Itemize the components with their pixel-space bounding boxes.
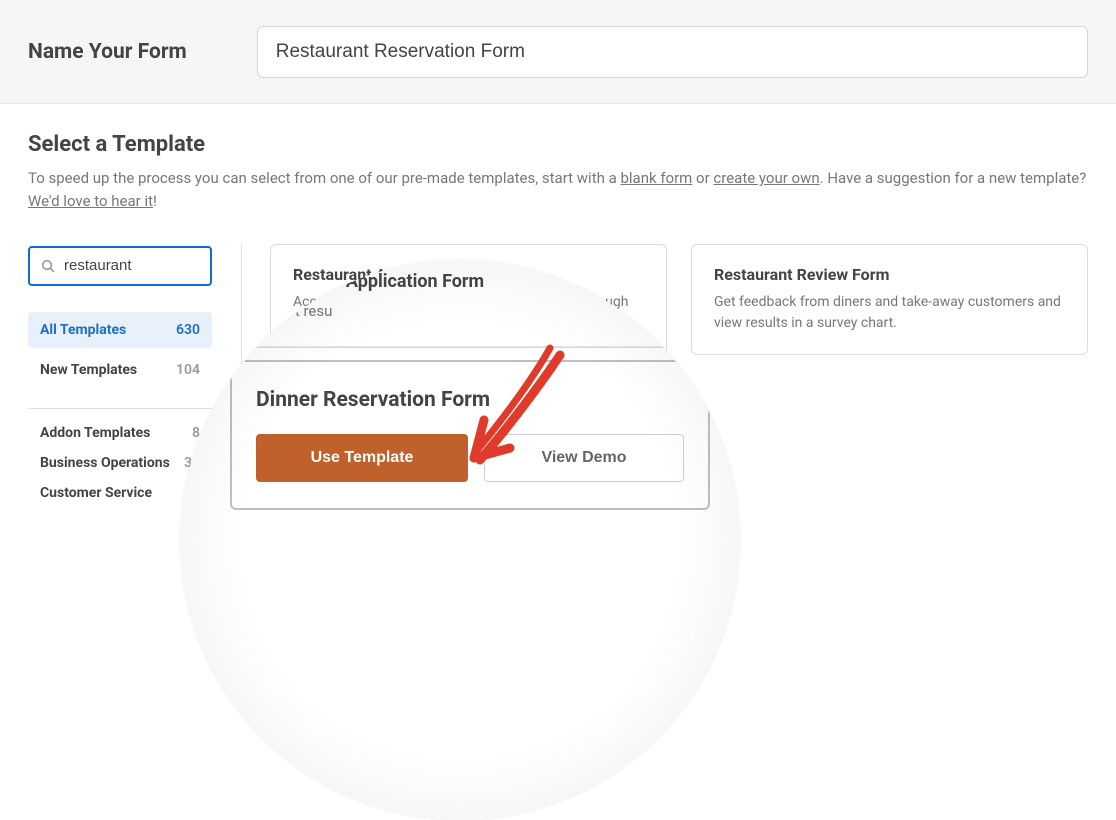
category-label: Addon Templates	[40, 425, 150, 441]
view-demo-button[interactable]: View Demo	[484, 434, 684, 482]
name-form-bar: Name Your Form	[0, 0, 1116, 104]
search-icon	[40, 258, 56, 274]
desc-text: . Have a suggestion for a new template?	[820, 169, 1087, 187]
template-card[interactable]: Restaurant Review Form Get feedback from…	[691, 244, 1088, 355]
section-title: Select a Template	[28, 132, 1088, 157]
feedback-link[interactable]: We'd love to hear it	[28, 192, 153, 210]
zoom-upper-card-fragment: Restaurant Application Form Accept resu	[230, 260, 690, 348]
template-card-title: Restaurant Review Form	[714, 265, 1065, 284]
form-name-input[interactable]	[257, 26, 1088, 78]
create-own-link[interactable]: create your own	[713, 169, 819, 187]
template-card-desc: Get feedback from diners and take-away c…	[714, 292, 1065, 334]
category-label: Business Operations	[40, 455, 170, 471]
zoom-lens: Restaurant Application Form Accept resu …	[180, 260, 740, 820]
name-form-label: Name Your Form	[28, 40, 187, 64]
desc-text: or	[692, 169, 713, 187]
template-card-desc: Accept resu	[253, 300, 667, 323]
filter-label: New Templates	[40, 362, 137, 378]
zoom-template-card: Dinner Reservation Form Use Template Vie…	[230, 360, 710, 510]
blank-form-link[interactable]: blank form	[620, 169, 692, 187]
desc-text: To speed up the process you can select f…	[28, 169, 620, 187]
zoom-card-title: Dinner Reservation Form	[256, 388, 684, 412]
section-description: To speed up the process you can select f…	[28, 167, 1088, 214]
use-template-button[interactable]: Use Template	[256, 434, 468, 482]
category-label: Customer Service	[40, 485, 152, 501]
template-card-title: Restaurant Application Form	[253, 271, 667, 292]
desc-text: !	[153, 192, 157, 210]
filter-label: All Templates	[40, 322, 126, 338]
